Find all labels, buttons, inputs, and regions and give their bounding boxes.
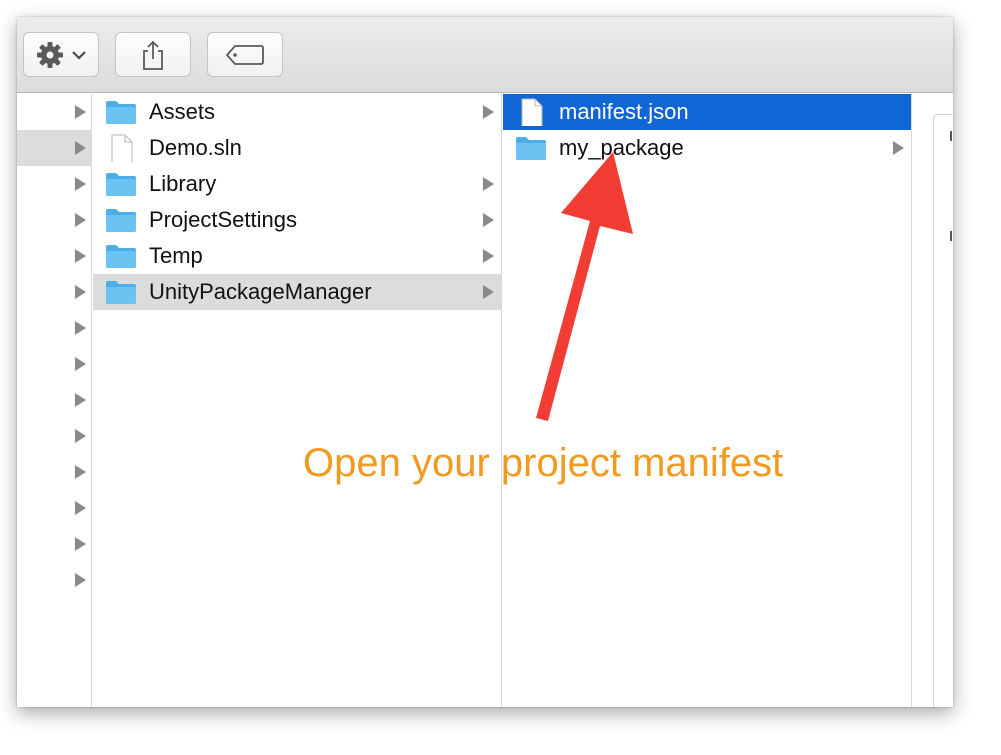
folder-icon [106,173,136,196]
disclosure-triangle-icon[interactable] [75,321,86,335]
disclosure-triangle-icon[interactable] [75,537,86,551]
parent-row[interactable] [17,526,91,562]
parent-row[interactable] [17,274,91,310]
folder-row[interactable]: Temp [93,238,501,274]
parent-row[interactable] [17,418,91,454]
parent-row[interactable] [17,238,91,274]
folder-icon [106,101,136,124]
share-button[interactable] [115,32,191,77]
annotation-text: Open your project manifest [303,441,784,485]
preview-mark [950,231,952,241]
parent-row[interactable] [17,166,91,202]
parent-row[interactable] [17,382,91,418]
tag-icon [225,44,264,65]
folder-icon [106,281,136,304]
disclosure-triangle-icon[interactable] [483,285,494,299]
folder-icon [516,137,546,160]
disclosure-triangle-icon[interactable] [75,249,86,263]
parent-row[interactable] [17,310,91,346]
parent-row[interactable] [17,454,91,490]
item-label: manifest.json [559,99,689,124]
parent-row[interactable] [17,562,91,598]
item-label: Library [149,171,217,196]
preview-pane [933,114,953,707]
parent-row[interactable] [17,202,91,238]
disclosure-triangle-icon[interactable] [75,357,86,371]
disclosure-triangle-icon[interactable] [75,105,86,119]
file-row[interactable]: manifest.json [503,94,911,130]
preview-column [913,94,953,707]
finder-window: Assets Demo.sln Library ProjectSettings Temp… [17,17,953,707]
folder-row[interactable]: ProjectSettings [93,202,501,238]
share-icon [143,40,163,70]
parent-column [17,94,92,707]
disclosure-triangle-icon[interactable] [483,249,494,263]
item-label: Demo.sln [149,135,242,160]
project-column: Assets Demo.sln Library ProjectSettings Temp… [93,94,502,707]
disclosure-triangle-icon[interactable] [483,105,494,119]
parent-row[interactable] [17,490,91,526]
item-label: ProjectSettings [149,207,297,232]
disclosure-triangle-icon[interactable] [483,177,494,191]
gear-icon [37,41,63,68]
disclosure-triangle-icon[interactable] [75,465,86,479]
folder-row[interactable]: UnityPackageManager [93,274,501,310]
disclosure-triangle-icon[interactable] [75,177,86,191]
disclosure-triangle-icon[interactable] [483,213,494,227]
package-manager-column: manifest.json my_package [503,94,912,707]
document-icon [521,98,543,126]
disclosure-triangle-icon[interactable] [75,213,86,227]
action-menu-button[interactable] [23,32,99,77]
disclosure-triangle-icon[interactable] [75,393,86,407]
folder-icon [106,245,136,268]
file-row[interactable]: Demo.sln [93,130,501,166]
toolbar [17,17,953,93]
disclosure-triangle-icon[interactable] [75,285,86,299]
item-label: UnityPackageManager [149,279,372,304]
tags-button[interactable] [207,32,283,77]
disclosure-triangle-icon[interactable] [75,429,86,443]
disclosure-triangle-icon[interactable] [75,141,86,155]
preview-mark [950,131,952,141]
disclosure-triangle-icon[interactable] [893,141,904,155]
item-label: Assets [149,99,216,124]
folder-row[interactable]: Library [93,166,501,202]
disclosure-triangle-icon[interactable] [75,501,86,515]
parent-row[interactable] [17,130,91,166]
document-icon [111,134,133,162]
column-browser: Assets Demo.sln Library ProjectSettings Temp… [17,94,953,707]
folder-row[interactable]: Assets [93,94,501,130]
parent-row[interactable] [17,94,91,130]
item-label: Temp [149,243,203,268]
item-label: my_package [559,135,684,160]
chevron-down-icon [72,50,86,60]
folder-row[interactable]: my_package [503,130,911,166]
disclosure-triangle-icon[interactable] [75,573,86,587]
parent-row[interactable] [17,346,91,382]
folder-icon [106,209,136,232]
